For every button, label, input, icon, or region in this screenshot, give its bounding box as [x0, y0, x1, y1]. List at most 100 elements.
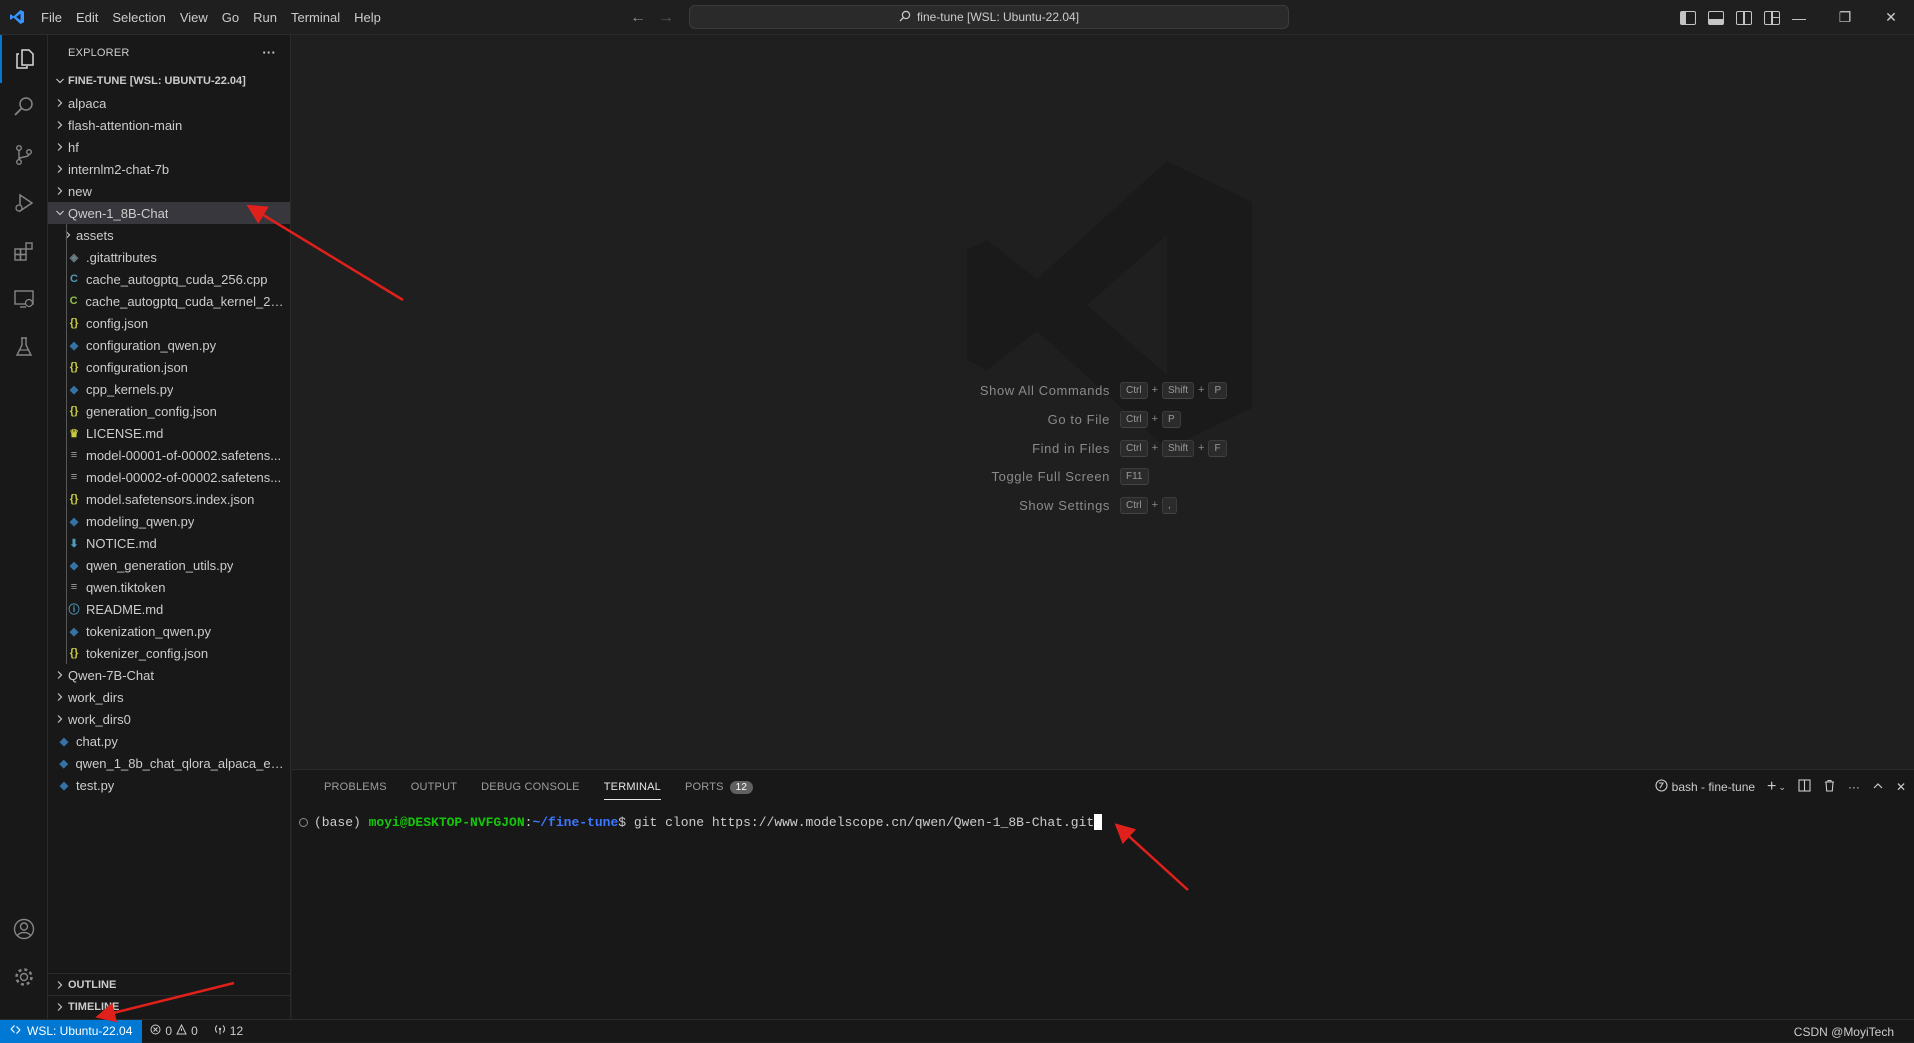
testing-icon[interactable]: [0, 323, 48, 371]
activity-bar: [0, 35, 48, 1019]
shortcut-row[interactable]: Go to File Ctrl + P: [292, 409, 1914, 429]
menu-bar: File Edit Selection View Go Run Terminal Help: [34, 0, 388, 35]
folder-item[interactable]: Qwen-1_8B-Chat: [48, 202, 290, 224]
file-item[interactable]: ◆ tokenization_qwen.py: [48, 620, 290, 642]
file-item[interactable]: ◆ test.py: [48, 774, 290, 796]
tab-debug-console[interactable]: DEBUG CONSOLE: [469, 770, 592, 804]
folder-item[interactable]: work_dirs: [48, 686, 290, 708]
outline-section[interactable]: OUTLINE: [48, 973, 291, 995]
run-debug-icon[interactable]: [0, 179, 48, 227]
json-file-icon: {}: [69, 493, 79, 505]
chevron-right-icon: [52, 714, 68, 724]
remote-indicator[interactable]: WSL: Ubuntu-22.04: [0, 1019, 143, 1043]
file-item[interactable]: Ccache_autogptq_cuda_256.cpp: [48, 268, 290, 290]
tab-terminal[interactable]: TERMINAL: [592, 770, 673, 804]
accounts-icon[interactable]: [0, 905, 48, 953]
indent-guide: [66, 422, 67, 444]
toggle-panel-icon[interactable]: [1708, 10, 1724, 25]
menu-file[interactable]: File: [34, 0, 69, 35]
close-icon[interactable]: ✕: [1868, 0, 1914, 35]
folder-item[interactable]: Qwen-7B-Chat: [48, 664, 290, 686]
chevron-right-icon: [52, 164, 68, 174]
timeline-section[interactable]: TIMELINE: [48, 995, 291, 1017]
file-item[interactable]: {} model.safetensors.index.json: [48, 488, 290, 510]
terminal-prefix: (base): [314, 814, 369, 830]
remote-explorer-icon[interactable]: [0, 275, 48, 323]
restore-icon[interactable]: ❐: [1822, 0, 1868, 35]
search-icon[interactable]: [0, 83, 48, 131]
problems-status[interactable]: 0 0: [142, 1023, 205, 1038]
trash-icon[interactable]: [1823, 779, 1836, 795]
file-item[interactable]: ≡ qwen.tiktoken: [48, 576, 290, 598]
folder-item[interactable]: work_dirs0: [48, 708, 290, 730]
file-item[interactable]: ◆ chat.py: [48, 730, 290, 752]
py-file-icon: ◆: [69, 559, 79, 572]
file-item[interactable]: {} configuration.json: [48, 356, 290, 378]
back-arrow-icon[interactable]: ←: [630, 9, 646, 27]
folder-item[interactable]: alpaca: [48, 92, 290, 114]
shortcut-keys: Ctrl + P: [1120, 410, 1181, 428]
chevron-down-icon[interactable]: ⌄: [1778, 782, 1786, 793]
toggle-secondary-sidebar-icon[interactable]: [1736, 10, 1752, 25]
menu-help[interactable]: Help: [347, 0, 388, 35]
maximize-panel-icon[interactable]: [1872, 780, 1884, 795]
folder-item[interactable]: internlm2-chat-7b: [48, 158, 290, 180]
folder-item[interactable]: flash-attention-main: [48, 114, 290, 136]
tree-item-label: qwen_1_8b_chat_qlora_alpaca_e3_...: [75, 755, 290, 771]
ports-status[interactable]: 12: [206, 1024, 251, 1038]
split-terminal-icon[interactable]: [1798, 779, 1811, 795]
shortcut-row[interactable]: Show Settings Ctrl +,: [292, 495, 1914, 515]
folder-item[interactable]: hf: [48, 136, 290, 158]
menu-go[interactable]: Go: [215, 0, 246, 35]
menu-selection[interactable]: Selection: [105, 0, 172, 35]
file-item[interactable]: ◈ .gitattributes: [48, 246, 290, 268]
settings-gear-icon[interactable]: [0, 953, 48, 1001]
menu-edit[interactable]: Edit: [69, 0, 105, 35]
folder-item[interactable]: assets: [48, 224, 290, 246]
command-center[interactable]: fine-tune [WSL: Ubuntu-22.04]: [689, 5, 1289, 29]
explorer-icon[interactable]: [0, 35, 48, 83]
file-item[interactable]: ♛ LICENSE.md: [48, 422, 290, 444]
file-item[interactable]: Ccache_autogptq_cuda_kernel_256...: [48, 290, 290, 312]
tab-ports[interactable]: PORTS 12: [673, 770, 765, 804]
more-actions-icon[interactable]: ···: [262, 45, 276, 60]
file-item[interactable]: ≡ model-00001-of-00002.safetens...: [48, 444, 290, 466]
file-item[interactable]: {} generation_config.json: [48, 400, 290, 422]
tab-output[interactable]: OUTPUT: [399, 770, 469, 804]
menu-terminal[interactable]: Terminal: [284, 0, 347, 35]
file-item[interactable]: ⬇ NOTICE.md: [48, 532, 290, 554]
file-item[interactable]: ◆ qwen_generation_utils.py: [48, 554, 290, 576]
toggle-primary-sidebar-icon[interactable]: [1680, 10, 1696, 25]
file-item[interactable]: ⓘ README.md: [48, 598, 290, 620]
shortcut-row[interactable]: Show All Commands Ctrl + Shift + P: [292, 380, 1914, 400]
tree-item-label: chat.py: [76, 733, 118, 749]
tab-problems[interactable]: PROBLEMS: [312, 770, 399, 804]
indent-guide: [66, 400, 67, 422]
file-item[interactable]: ◆ modeling_qwen.py: [48, 510, 290, 532]
file-item[interactable]: ◆ qwen_1_8b_chat_qlora_alpaca_e3_...: [48, 752, 290, 774]
keyboard-key: Shift: [1162, 439, 1195, 457]
forward-arrow-icon[interactable]: →: [658, 9, 674, 27]
menu-run[interactable]: Run: [246, 0, 284, 35]
shortcut-row[interactable]: Find in Files Ctrl + Shift + F: [292, 438, 1914, 458]
minimize-icon[interactable]: —: [1776, 0, 1822, 35]
menu-view[interactable]: View: [173, 0, 215, 35]
more-actions-icon[interactable]: ···: [1848, 780, 1860, 794]
file-item[interactable]: ◆ configuration_qwen.py: [48, 334, 290, 356]
new-terminal-icon[interactable]: +: [1767, 778, 1776, 796]
folder-item[interactable]: new: [48, 180, 290, 202]
tab-label: OUTPUT: [410, 781, 458, 793]
workspace-root[interactable]: FINE-TUNE [WSL: UBUNTU-22.04]: [48, 70, 290, 92]
extensions-icon[interactable]: [0, 227, 48, 275]
file-item[interactable]: {} tokenizer_config.json: [48, 642, 290, 664]
file-item[interactable]: {} config.json: [48, 312, 290, 334]
terminal-line[interactable]: (base) moyi@DESKTOP-NVFGJON : ~/fine-tun…: [299, 814, 1103, 830]
terminal-name[interactable]: bash - fine-tune: [1672, 780, 1755, 794]
close-panel-icon[interactable]: ✕: [1896, 780, 1906, 794]
search-icon: [899, 10, 911, 25]
shortcut-row[interactable]: Toggle Full Screen F11: [292, 466, 1914, 486]
file-item[interactable]: ≡ model-00002-of-00002.safetens...: [48, 466, 290, 488]
source-control-icon[interactable]: [0, 131, 48, 179]
file-item[interactable]: ◆ cpp_kernels.py: [48, 378, 290, 400]
keyboard-key: F: [1208, 439, 1227, 457]
